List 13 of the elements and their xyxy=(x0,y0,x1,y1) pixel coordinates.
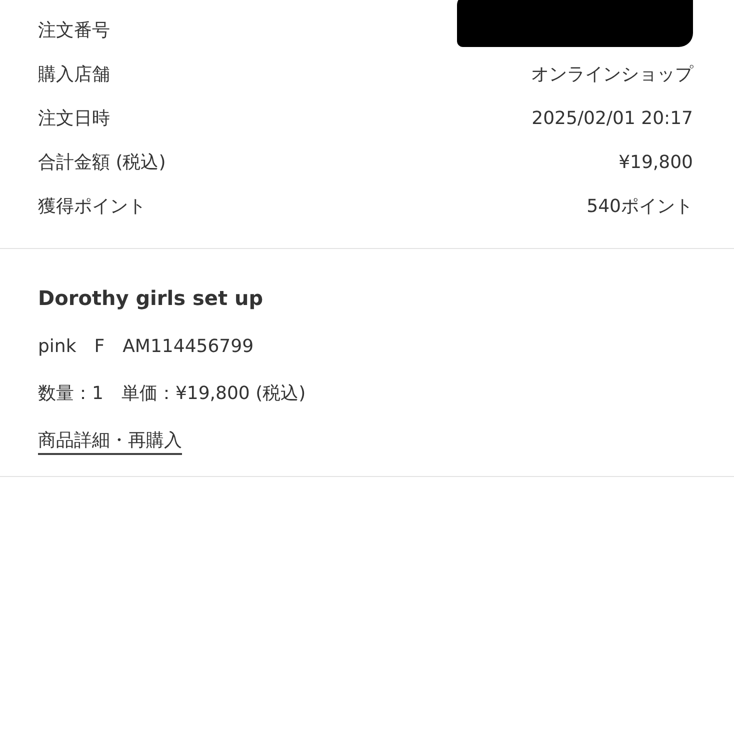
field-value: 2025/02/01 20:17 xyxy=(532,106,693,130)
field-value: 540ポイント xyxy=(586,194,693,218)
field-value: ¥19,800 xyxy=(618,150,693,174)
field-label: 注文日時 xyxy=(38,106,110,130)
field-label: 注文番号 xyxy=(38,18,110,42)
product-name: Dorothy girls set up xyxy=(38,285,264,312)
field-label: 獲得ポイント xyxy=(38,194,146,218)
product-detail-link[interactable]: 商品詳細・再購入 xyxy=(38,430,182,455)
field-value: オンラインショップ xyxy=(531,62,693,86)
field-label: 購入店舗 xyxy=(38,62,110,86)
product-variant: pink F AM114456799 xyxy=(38,335,255,359)
price-line: 数量：1 単価：¥19,800 (税込) xyxy=(38,382,307,406)
field-label: 合計金額 (税込) xyxy=(38,150,166,174)
